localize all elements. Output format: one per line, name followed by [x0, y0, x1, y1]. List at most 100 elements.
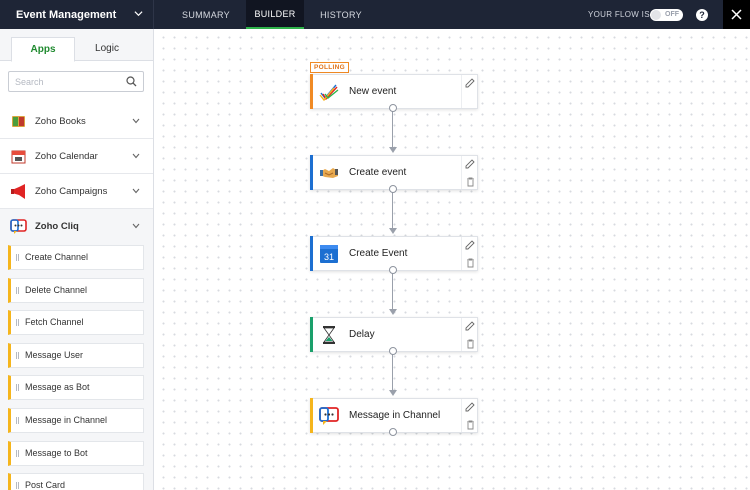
connector-line: [392, 270, 393, 310]
handshake-icon: [320, 168, 338, 178]
node-label: New event: [349, 86, 397, 97]
flow-title-dropdown[interactable]: Event Management: [0, 0, 154, 29]
zoho-cliq-icon: [319, 407, 339, 425]
close-icon: [731, 9, 742, 20]
drag-handle-icon[interactable]: [16, 482, 19, 489]
trash-icon[interactable]: [466, 177, 475, 187]
tab-summary[interactable]: SUMMARY: [170, 0, 242, 29]
trash-icon[interactable]: [466, 420, 475, 430]
app-name: Zoho Campaigns: [35, 186, 108, 197]
action-label: Create Channel: [25, 252, 89, 262]
google-calendar-icon: 31: [320, 245, 338, 263]
connector-dot[interactable]: [389, 428, 397, 436]
node-label: Message in Channel: [349, 410, 441, 421]
connector-dot[interactable]: [389, 185, 397, 193]
drag-handle-icon[interactable]: [16, 352, 19, 359]
node-accent: [310, 317, 313, 352]
chevron-down-icon: [132, 153, 140, 159]
tab-logic[interactable]: Logic: [75, 37, 139, 61]
node-label: Create event: [349, 167, 407, 178]
node-accent: [310, 236, 313, 271]
action-post-card[interactable]: Post Card: [8, 473, 144, 490]
node-tools: [461, 318, 477, 351]
app-row-zoho-campaigns[interactable]: Zoho Campaigns: [0, 174, 153, 209]
app-row-zoho-calendar[interactable]: Zoho Calendar: [0, 139, 153, 174]
app-name: Zoho Books: [35, 116, 86, 127]
action-label: Fetch Channel: [25, 317, 84, 327]
node-tools: [461, 156, 477, 189]
arrow-down-icon: [389, 147, 397, 153]
app-row-zoho-books[interactable]: Zoho Books: [0, 104, 153, 139]
chevron-down-icon: [132, 118, 140, 124]
close-button[interactable]: [723, 0, 750, 29]
chevron-down-icon: [132, 188, 140, 194]
node-accent: [310, 74, 313, 109]
flow-status-label: YOUR FLOW IS: [588, 10, 650, 19]
zoho-campaigns-icon: [11, 184, 25, 199]
action-label: Message User: [25, 350, 84, 360]
trigger-type-badge: POLLING: [310, 62, 349, 73]
flow-toggle[interactable]: OFF: [650, 9, 683, 21]
action-fetch-channel[interactable]: Fetch Channel: [8, 310, 144, 335]
drag-handle-icon[interactable]: [16, 417, 19, 424]
tab-builder[interactable]: BUILDER: [246, 0, 304, 29]
action-message-in-channel[interactable]: Message in Channel: [8, 408, 144, 433]
action-message-as-bot[interactable]: Message as Bot: [8, 375, 144, 400]
trash-icon[interactable]: [466, 339, 475, 349]
toggle-knob: [651, 10, 661, 20]
action-create-channel[interactable]: Create Channel: [8, 245, 144, 270]
tab-apps[interactable]: Apps: [11, 37, 75, 62]
flow-canvas[interactable]: POLLING New event Create event 31 Create…: [155, 29, 750, 490]
svg-text:31: 31: [324, 252, 334, 262]
sidebar-tabs: Apps Logic: [0, 29, 153, 62]
action-label: Message in Channel: [25, 415, 108, 425]
chevron-down-icon: [134, 11, 143, 17]
drag-handle-icon[interactable]: [16, 384, 19, 391]
drag-handle-icon[interactable]: [16, 319, 19, 326]
search-input[interactable]: [9, 72, 119, 91]
top-bar: Event Management SUMMARY BUILDER HISTORY…: [0, 0, 750, 29]
edit-icon[interactable]: [465, 240, 475, 250]
sidebar: Apps Logic Zoho Books Zoho Calendar Zoho…: [0, 29, 154, 490]
edit-icon[interactable]: [465, 402, 475, 412]
drag-handle-icon[interactable]: [16, 254, 19, 261]
edit-icon[interactable]: [465, 159, 475, 169]
node-tools: [461, 399, 477, 432]
search-box: [8, 71, 144, 92]
node-label: Delay: [349, 329, 375, 340]
action-delete-channel[interactable]: Delete Channel: [8, 278, 144, 303]
node-accent: [310, 155, 313, 190]
chevron-down-icon: [132, 223, 140, 229]
arrow-down-icon: [389, 228, 397, 234]
arrow-down-icon: [389, 309, 397, 315]
arrow-down-icon: [389, 390, 397, 396]
edit-icon[interactable]: [465, 321, 475, 331]
connector-dot[interactable]: [389, 266, 397, 274]
node-label: Create Event: [349, 248, 408, 259]
node-tools: [461, 237, 477, 270]
action-label: Delete Channel: [25, 285, 88, 295]
zoho-cliq-icon: [10, 219, 27, 234]
node-accent: [310, 398, 313, 433]
tab-history[interactable]: HISTORY: [308, 0, 374, 29]
app-name: Zoho Calendar: [35, 151, 98, 162]
connector-line: [392, 189, 393, 229]
trash-icon[interactable]: [466, 258, 475, 268]
action-label: Post Card: [25, 480, 66, 490]
drag-handle-icon[interactable]: [16, 450, 19, 457]
connector-dot[interactable]: [389, 104, 397, 112]
flow-title: Event Management: [16, 8, 117, 21]
zoho-calendar-icon: [11, 150, 26, 164]
search-icon[interactable]: [126, 76, 137, 87]
drag-handle-icon[interactable]: [16, 287, 19, 294]
connector-dot[interactable]: [389, 347, 397, 355]
app-name: Zoho Cliq: [35, 221, 79, 232]
action-message-user[interactable]: Message User: [8, 343, 144, 368]
action-message-to-bot[interactable]: Message to Bot: [8, 441, 144, 466]
action-label: Message as Bot: [25, 382, 90, 392]
edit-icon[interactable]: [465, 78, 475, 88]
hourglass-icon: [323, 326, 335, 344]
toggle-state-text: OFF: [665, 11, 679, 18]
help-icon[interactable]: ?: [696, 9, 708, 21]
action-label: Message to Bot: [25, 448, 88, 458]
